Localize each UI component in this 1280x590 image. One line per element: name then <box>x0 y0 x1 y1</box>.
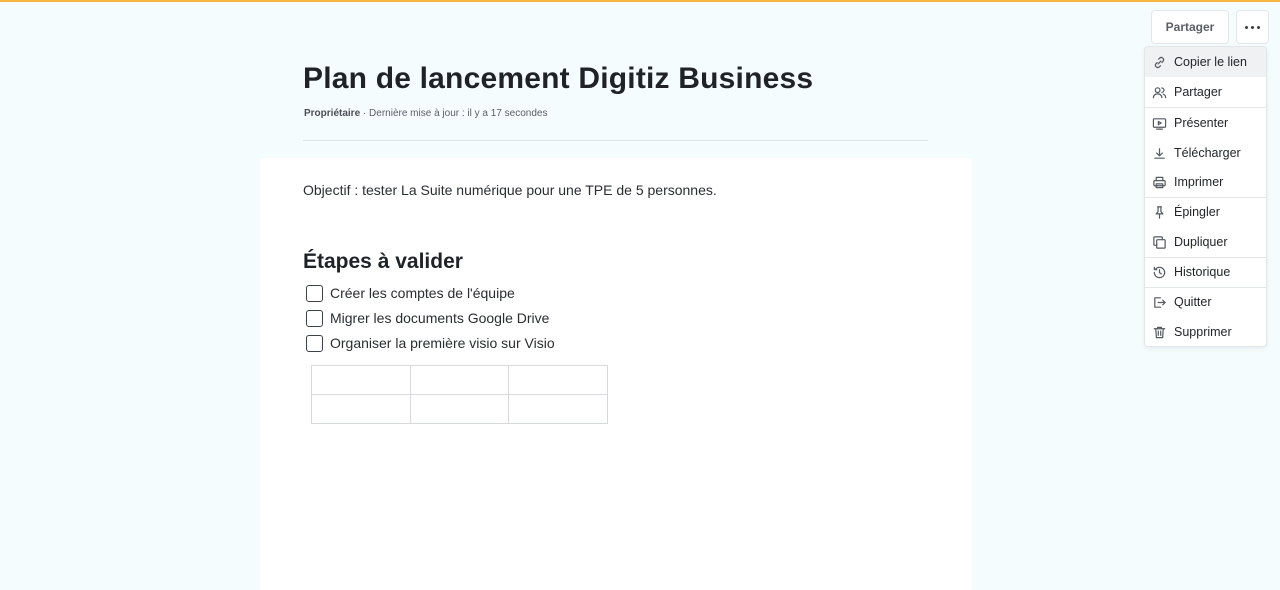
table-row <box>311 394 608 424</box>
link-icon <box>1154 56 1165 68</box>
duplicate-icon <box>1153 235 1166 249</box>
section-heading[interactable]: Étapes à valider <box>303 250 463 274</box>
menu-item-print[interactable]: Imprimer <box>1145 167 1266 197</box>
menu-item-label: Historique <box>1174 265 1231 279</box>
trash-icon <box>1153 326 1166 338</box>
document-meta: Propriétaire · Dernière mise à jour : il… <box>304 108 547 119</box>
checkbox[interactable] <box>306 334 323 352</box>
meta-separator: · <box>362 108 367 119</box>
printer-icon <box>1153 176 1166 188</box>
menu-item-leave[interactable]: Quitter <box>1145 287 1266 317</box>
menu-item-copy-link[interactable]: Copier le lien <box>1145 47 1266 77</box>
checklist-item-label[interactable]: Migrer les documents Google Drive <box>330 310 549 326</box>
present-icon <box>1152 117 1167 130</box>
checklist-item: Organiser la première visio sur Visio <box>306 334 555 352</box>
pin-icon <box>1155 205 1164 219</box>
menu-item-pin[interactable]: Épingler <box>1145 197 1266 227</box>
table-cell[interactable] <box>311 394 411 424</box>
menu-item-present[interactable]: Présenter <box>1145 108 1266 138</box>
objective-paragraph[interactable]: Objectif : tester La Suite numérique pou… <box>303 182 717 198</box>
menu-item-duplicate[interactable]: Dupliquer <box>1145 227 1266 257</box>
share-button[interactable]: Partager <box>1151 10 1229 44</box>
checklist-item-label[interactable]: Organiser la première visio sur Visio <box>330 335 555 351</box>
owner-label: Propriétaire <box>304 108 361 119</box>
document-title[interactable]: Plan de lancement Digitiz Business <box>303 62 813 96</box>
menu-item-label: Dupliquer <box>1174 235 1228 249</box>
table-cell[interactable] <box>409 365 509 395</box>
table-cell[interactable] <box>508 365 608 395</box>
menu-item-label: Copier le lien <box>1174 55 1247 69</box>
more-options-button[interactable] <box>1236 10 1269 44</box>
more-horizontal-icon <box>1245 25 1260 29</box>
menu-item-share[interactable]: Partager <box>1145 77 1266 107</box>
menu-item-label: Partager <box>1174 85 1222 99</box>
menu-item-label: Épingler <box>1174 205 1220 219</box>
users-icon <box>1152 86 1167 98</box>
document-table <box>311 365 608 424</box>
title-divider <box>303 140 928 141</box>
last-updated: Dernière mise à jour : il y a 17 seconde… <box>369 108 548 119</box>
menu-item-label: Télécharger <box>1174 146 1241 160</box>
menu-item-label: Supprimer <box>1174 325 1232 339</box>
menu-item-label: Quitter <box>1174 295 1212 309</box>
table-cell[interactable] <box>508 394 608 424</box>
document-options-menu: Copier le lien Partager Présenter Téléch… <box>1144 46 1267 347</box>
history-icon <box>1153 266 1166 278</box>
menu-item-history[interactable]: Historique <box>1145 257 1266 287</box>
checkbox[interactable] <box>306 309 323 327</box>
menu-item-label: Présenter <box>1174 116 1229 130</box>
table-row <box>311 365 608 395</box>
table-cell[interactable] <box>409 394 509 424</box>
table-cell[interactable] <box>311 365 411 395</box>
checklist-item-label[interactable]: Créer les comptes de l'équipe <box>330 285 515 301</box>
menu-item-download[interactable]: Télécharger <box>1145 138 1266 168</box>
menu-item-label: Imprimer <box>1174 175 1224 189</box>
top-accent-bar <box>0 0 1280 2</box>
download-icon <box>1154 147 1165 159</box>
checkbox[interactable] <box>306 284 323 302</box>
exit-icon <box>1154 296 1166 308</box>
checklist-item: Migrer les documents Google Drive <box>306 309 549 327</box>
checklist-item: Créer les comptes de l'équipe <box>306 284 515 302</box>
menu-item-delete[interactable]: Supprimer <box>1145 317 1266 346</box>
